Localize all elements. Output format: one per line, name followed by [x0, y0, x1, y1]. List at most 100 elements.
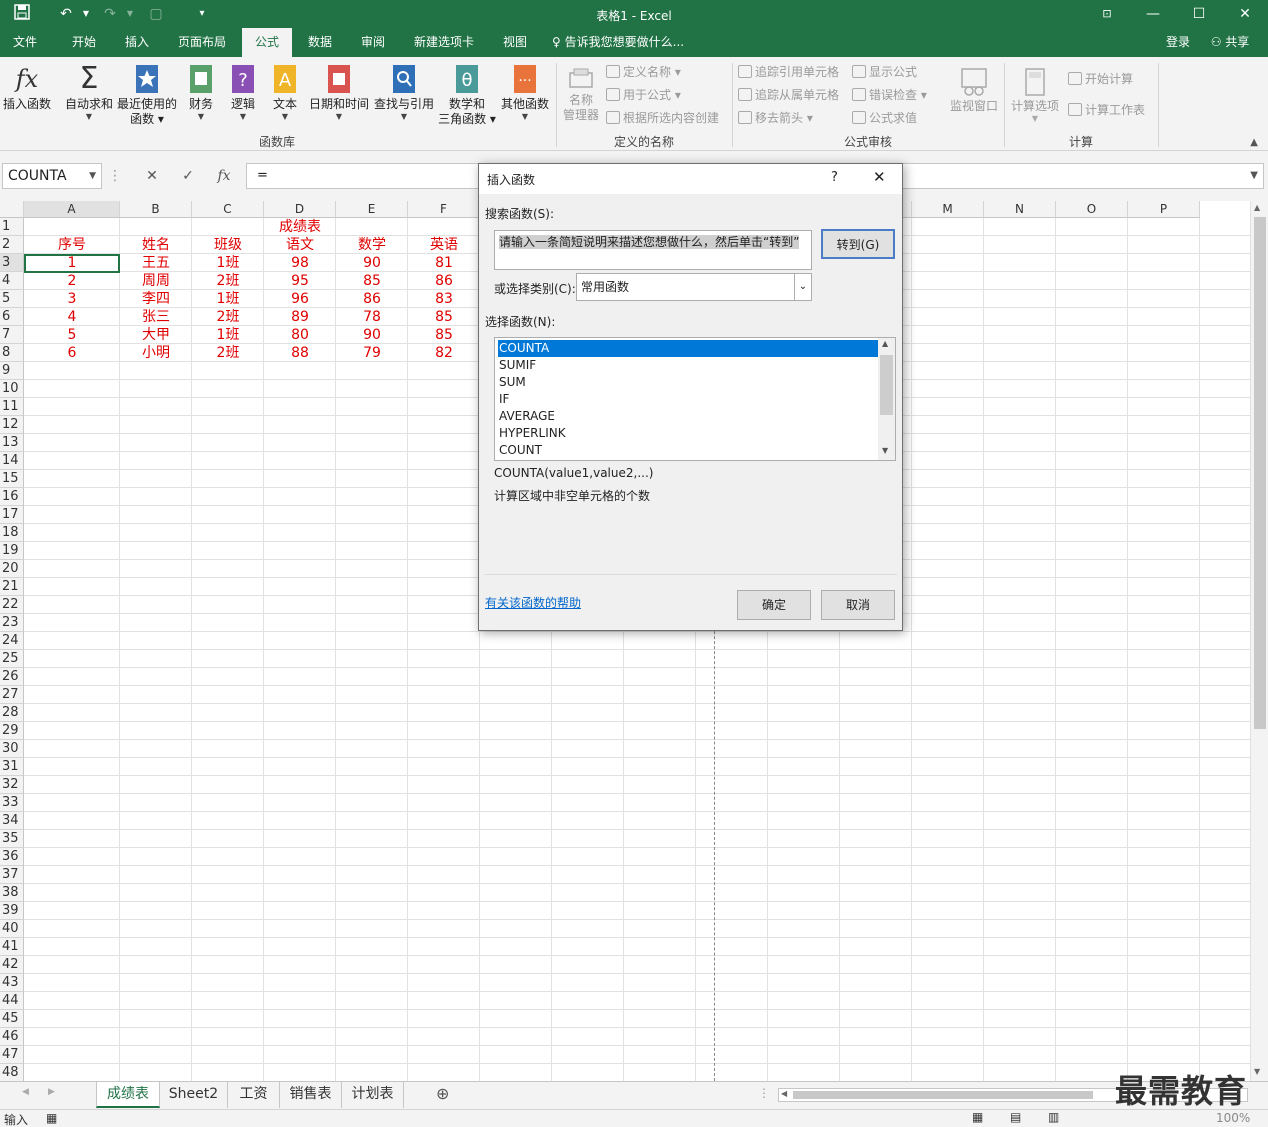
row-header[interactable]: 41 [0, 938, 24, 956]
name-box[interactable]: COUNTA ▼ [2, 163, 102, 189]
define-name-button[interactable]: 定义名称 ▾ [606, 64, 681, 80]
add-sheet-icon[interactable]: ⊕ [436, 1084, 449, 1103]
tab-new-tab[interactable]: 新建选项卡 [404, 28, 484, 57]
table-cell[interactable]: 姓名 [120, 236, 192, 254]
tab-split-handle[interactable]: ⋮ [758, 1086, 770, 1100]
row-header[interactable]: 43 [0, 974, 24, 992]
table-cell[interactable]: 85 [408, 308, 480, 326]
function-list[interactable]: COUNTA SUMIF SUM IF AVERAGE HYPERLINK CO… [494, 337, 896, 461]
table-cell[interactable]: 86 [408, 272, 480, 290]
column-header-o[interactable]: O [1056, 201, 1128, 218]
maximize-icon[interactable]: ☐ [1176, 0, 1222, 28]
row-header[interactable]: 17 [0, 506, 24, 524]
login-link[interactable]: 登录 [1160, 28, 1196, 57]
column-header-d[interactable]: D [264, 201, 336, 218]
autosum-button[interactable]: Σ 自动求和 ▼ [62, 63, 116, 122]
row-header[interactable]: 22 [0, 596, 24, 614]
table-cell[interactable]: 小明 [120, 344, 192, 362]
sheet-tab-salary[interactable]: 工资 [228, 1082, 280, 1108]
list-item[interactable]: COUNTA [498, 340, 878, 357]
row-header[interactable]: 38 [0, 884, 24, 902]
collapse-ribbon-icon[interactable]: ▲ [1250, 137, 1258, 148]
column-header-e[interactable]: E [336, 201, 408, 218]
table-cell[interactable]: 79 [336, 344, 408, 362]
table-cell[interactable]: 2班 [192, 308, 264, 326]
row-header[interactable]: 47 [0, 1046, 24, 1064]
go-button[interactable]: 转到(G) [821, 229, 895, 259]
minimize-icon[interactable]: — [1130, 0, 1176, 28]
row-header[interactable]: 30 [0, 740, 24, 758]
tab-formulas[interactable]: 公式 [242, 28, 292, 57]
row-header[interactable]: 9 [0, 362, 24, 380]
row-header[interactable]: 2 [0, 236, 24, 254]
table-cell[interactable]: 90 [336, 254, 408, 272]
close-window-icon[interactable]: ✕ [1222, 0, 1268, 28]
row-header[interactable]: 25 [0, 650, 24, 668]
table-cell[interactable]: 85 [336, 272, 408, 290]
table-cell[interactable]: 83 [408, 290, 480, 308]
row-header[interactable]: 3 [0, 254, 24, 272]
row-header[interactable]: 31 [0, 758, 24, 776]
logical-button[interactable]: ? 逻辑 ▼ [222, 63, 264, 122]
row-header[interactable]: 13 [0, 434, 24, 452]
function-list-scroll-thumb[interactable] [880, 355, 893, 415]
table-cell[interactable]: 81 [408, 254, 480, 272]
tab-insert[interactable]: 插入 [114, 28, 160, 57]
table-cell[interactable]: 2班 [192, 344, 264, 362]
table-cell[interactable]: 98 [264, 254, 336, 272]
text-button[interactable]: A 文本 ▼ [264, 63, 306, 122]
row-header[interactable]: 48 [0, 1064, 24, 1081]
table-cell[interactable]: 数学 [336, 236, 408, 254]
table-cell[interactable]: 78 [336, 308, 408, 326]
trace-precedents-button[interactable]: 追踪引用单元格 [738, 64, 839, 80]
prev-sheet-icon[interactable]: ◀ [22, 1087, 29, 1097]
row-header[interactable]: 40 [0, 920, 24, 938]
row-header[interactable]: 33 [0, 794, 24, 812]
tab-page-layout[interactable]: 页面布局 [168, 28, 236, 57]
tab-data[interactable]: 数据 [296, 28, 344, 57]
watch-window-button[interactable]: 监视窗口 [946, 67, 1002, 114]
table-cell[interactable]: 1班 [192, 290, 264, 308]
table-cell[interactable]: 张三 [120, 308, 192, 326]
table-cell[interactable]: 1班 [192, 326, 264, 344]
list-item[interactable]: IF [498, 391, 878, 408]
cancel-button[interactable]: 取消 [821, 590, 895, 620]
dialog-help-icon[interactable]: ? [831, 170, 838, 185]
table-cell[interactable]: 大甲 [120, 326, 192, 344]
category-select[interactable]: 常用函数 ⌄ [576, 273, 812, 301]
row-header[interactable]: 45 [0, 1010, 24, 1028]
expand-formula-bar-icon[interactable]: ▼ [1250, 164, 1258, 188]
row-header[interactable]: 23 [0, 614, 24, 632]
column-header-c[interactable]: C [192, 201, 264, 218]
table-cell[interactable]: 2 [24, 272, 120, 290]
table-cell[interactable]: 周周 [120, 272, 192, 290]
scroll-left-icon[interactable]: ◀ [781, 1089, 787, 1098]
sheet-tab-plan[interactable]: 计划表 [342, 1082, 404, 1108]
list-item[interactable]: AVERAGE [498, 408, 878, 425]
row-header[interactable]: 16 [0, 488, 24, 506]
row-header[interactable]: 29 [0, 722, 24, 740]
dialog-close-icon[interactable]: ✕ [873, 168, 886, 186]
column-header-a[interactable]: A [24, 201, 120, 218]
vertical-scrollbar[interactable]: ▲ ▼ [1250, 201, 1268, 1081]
select-all-corner[interactable] [0, 201, 24, 218]
zoom-level[interactable]: 100% [1216, 1111, 1250, 1125]
row-header[interactable]: 37 [0, 866, 24, 884]
sheet-tab-sheet2[interactable]: Sheet2 [160, 1082, 228, 1108]
row-header[interactable]: 19 [0, 542, 24, 560]
row-header[interactable]: 42 [0, 956, 24, 974]
table-cell[interactable]: 李四 [120, 290, 192, 308]
normal-view-icon[interactable]: ▦ [972, 1110, 983, 1124]
confirm-entry-icon[interactable]: ✓ [170, 163, 206, 189]
row-header[interactable]: 1 [0, 218, 24, 236]
sheet-title-cell[interactable]: 成绩表 [264, 218, 336, 236]
error-checking-button[interactable]: 错误检查 ▾ [852, 87, 927, 103]
table-cell[interactable]: 英语 [408, 236, 480, 254]
ribbon-display-icon[interactable]: ⊡ [1084, 0, 1130, 28]
remove-arrows-button[interactable]: 移去箭头 ▾ [738, 110, 813, 126]
row-header[interactable]: 7 [0, 326, 24, 344]
table-cell[interactable]: 5 [24, 326, 120, 344]
table-cell[interactable]: 王五 [120, 254, 192, 272]
table-cell[interactable]: 82 [408, 344, 480, 362]
row-header[interactable]: 11 [0, 398, 24, 416]
